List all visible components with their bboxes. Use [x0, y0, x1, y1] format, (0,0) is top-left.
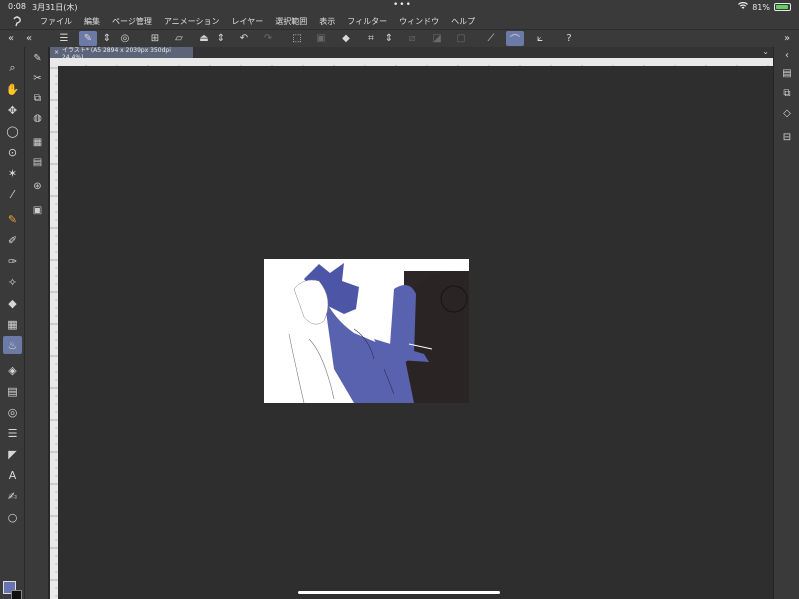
wifi-icon: [738, 1, 749, 12]
fill-icon[interactable]: ◆: [337, 31, 355, 46]
speech-balloon-tool-icon[interactable]: ○: [3, 508, 22, 526]
menu-page[interactable]: ページ管理: [106, 16, 158, 27]
menu-window[interactable]: ウィンドウ: [393, 16, 445, 27]
transform-disabled-icon[interactable]: ⧄: [403, 31, 421, 46]
collapse-left2-icon[interactable]: «: [20, 31, 38, 46]
status-date: 3月31日(木): [32, 3, 78, 12]
subtool-image-icon[interactable]: ▣: [28, 201, 47, 219]
menu-view[interactable]: 表示: [313, 16, 341, 27]
brush-tool-icon[interactable]: ✑: [3, 252, 22, 270]
status-right: 81%: [738, 1, 791, 12]
balloon-tool-icon[interactable]: ◤: [3, 445, 22, 463]
multitasking-dots-icon[interactable]: •••: [393, 0, 412, 10]
pencil-tool-icon[interactable]: ✐: [3, 231, 22, 249]
subtool-pen-icon[interactable]: ✎: [28, 49, 47, 67]
subtool-search-icon[interactable]: ⊛: [28, 177, 47, 195]
artwork-canvas[interactable]: [264, 259, 469, 403]
menu-animation[interactable]: アニメーション: [158, 16, 226, 27]
select-layer-tool-icon[interactable]: ⊙: [3, 143, 22, 161]
canvas-workspace[interactable]: [58, 66, 773, 599]
pen-tool-icon[interactable]: ✎: [3, 210, 22, 228]
right-collapse-icon[interactable]: ‹: [778, 47, 796, 63]
frame-disabled-icon[interactable]: ▢: [452, 31, 470, 46]
menu-bar: ファイル 編集 ページ管理 アニメーション レイヤー 選択範囲 表示 フィルター…: [0, 13, 799, 29]
special-ruler-snap-icon[interactable]: ⌒: [506, 31, 524, 46]
move-tool-icon[interactable]: ✥: [3, 101, 22, 119]
horizontal-ruler: 2520210016801260840420042084012601680210…: [58, 58, 773, 66]
redo-icon[interactable]: ↷: [259, 31, 277, 46]
ruler-snap-icon[interactable]: ⟋: [482, 31, 500, 46]
save-stepper-icon[interactable]: ⇕: [212, 31, 230, 46]
magic-wand-tool-icon[interactable]: ✶: [3, 164, 22, 182]
subtool-layer-property-icon[interactable]: ⧉: [28, 89, 47, 107]
right-panel-dock: ‹ ▤ ⧉ ◇ ⊟: [773, 47, 799, 599]
fill-tool-icon[interactable]: ◈: [3, 361, 22, 379]
layer-property-panel-icon[interactable]: ⊟: [778, 129, 796, 145]
frame-tool-icon[interactable]: ☰: [3, 424, 22, 442]
crop-stepper-icon[interactable]: ⇕: [380, 31, 398, 46]
subtool-material-icon[interactable]: ▦: [28, 133, 47, 151]
save-icon[interactable]: ⏏: [195, 31, 213, 46]
blend-tool-icon[interactable]: ♨: [3, 336, 22, 354]
eyedropper-tool-icon[interactable]: ⁄: [3, 185, 22, 203]
undo-icon[interactable]: ↶: [235, 31, 253, 46]
menu-help[interactable]: ヘルプ: [445, 16, 481, 27]
subtool-navigator-icon[interactable]: ◍: [28, 109, 47, 127]
status-time: 0:08: [8, 2, 26, 11]
menu-selection[interactable]: 選択範囲: [269, 16, 313, 27]
sub-color-swatch[interactable]: [11, 590, 22, 599]
menu-file[interactable]: ファイル: [34, 16, 78, 27]
crop-icon[interactable]: ⌗: [362, 31, 380, 46]
home-indicator[interactable]: [298, 591, 500, 594]
color-panel-icon[interactable]: ⧉: [778, 85, 796, 101]
eraser-tool-icon[interactable]: ◆: [3, 294, 22, 312]
tab-close-icon[interactable]: ×: [54, 49, 59, 56]
zoom-tool-icon[interactable]: ⌕: [3, 59, 22, 77]
collapse-right-icon[interactable]: »: [778, 31, 796, 46]
subtool-history-icon[interactable]: ▤: [28, 153, 47, 171]
document-tab-bar: × イラスト* (A5 2894 x 2039px 350dpi 24.4%) …: [50, 47, 773, 61]
artwork-illustration: [288, 263, 469, 403]
gradient-tool-icon[interactable]: ▤: [3, 382, 22, 400]
document-tab[interactable]: × イラスト* (A5 2894 x 2039px 350dpi 24.4%): [50, 47, 193, 61]
menu-edit[interactable]: 編集: [78, 16, 106, 27]
menu-filter[interactable]: フィルター: [341, 16, 393, 27]
airbrush-tool-icon[interactable]: ✧: [3, 273, 22, 291]
deselect-icon[interactable]: ⬚: [288, 31, 306, 46]
tab-dropdown-icon[interactable]: ⌄: [762, 47, 769, 56]
figure-tool-icon[interactable]: ◎: [3, 403, 22, 421]
layers-panel-icon[interactable]: ◇: [778, 105, 796, 121]
help-icon[interactable]: ?: [560, 31, 578, 46]
battery-icon: [774, 3, 791, 11]
gradient-disabled-icon[interactable]: ◪: [428, 31, 446, 46]
battery-percent: 81%: [752, 2, 770, 12]
hand-tool-icon[interactable]: ✋: [3, 80, 22, 98]
tool-palette: ⌕ ✋ ✥ ◯ ⊙ ✶ ⁄ ✎ ✐ ✑ ✧ ◆ ▦ ♨ ◈ ▤ ◎ ☰ ◤ A …: [0, 47, 25, 599]
collapse-left-icon[interactable]: «: [2, 31, 20, 46]
sub-tool-palette: ✎ ✂ ⧉ ◍ ▦ ▤ ⊛ ▣: [25, 47, 49, 599]
ios-status-bar: 0:08 3月31日(木) ••• 81%: [0, 0, 799, 13]
decoration-tool-icon[interactable]: ▦: [3, 315, 22, 333]
subtool-scissors-icon[interactable]: ✂: [28, 69, 47, 87]
correct-line-tool-icon[interactable]: ✍: [3, 487, 22, 505]
lasso-tool-icon[interactable]: ◯: [3, 122, 22, 140]
properties-panel-icon[interactable]: ▤: [778, 65, 796, 81]
text-tool-icon[interactable]: A: [3, 466, 22, 484]
menu-layer[interactable]: レイヤー: [226, 16, 270, 27]
vertical-ruler: [50, 58, 58, 599]
app-logo-icon[interactable]: [0, 15, 34, 27]
clear-icon[interactable]: ▣: [312, 31, 330, 46]
grid-snap-icon[interactable]: ⟀: [531, 31, 549, 46]
